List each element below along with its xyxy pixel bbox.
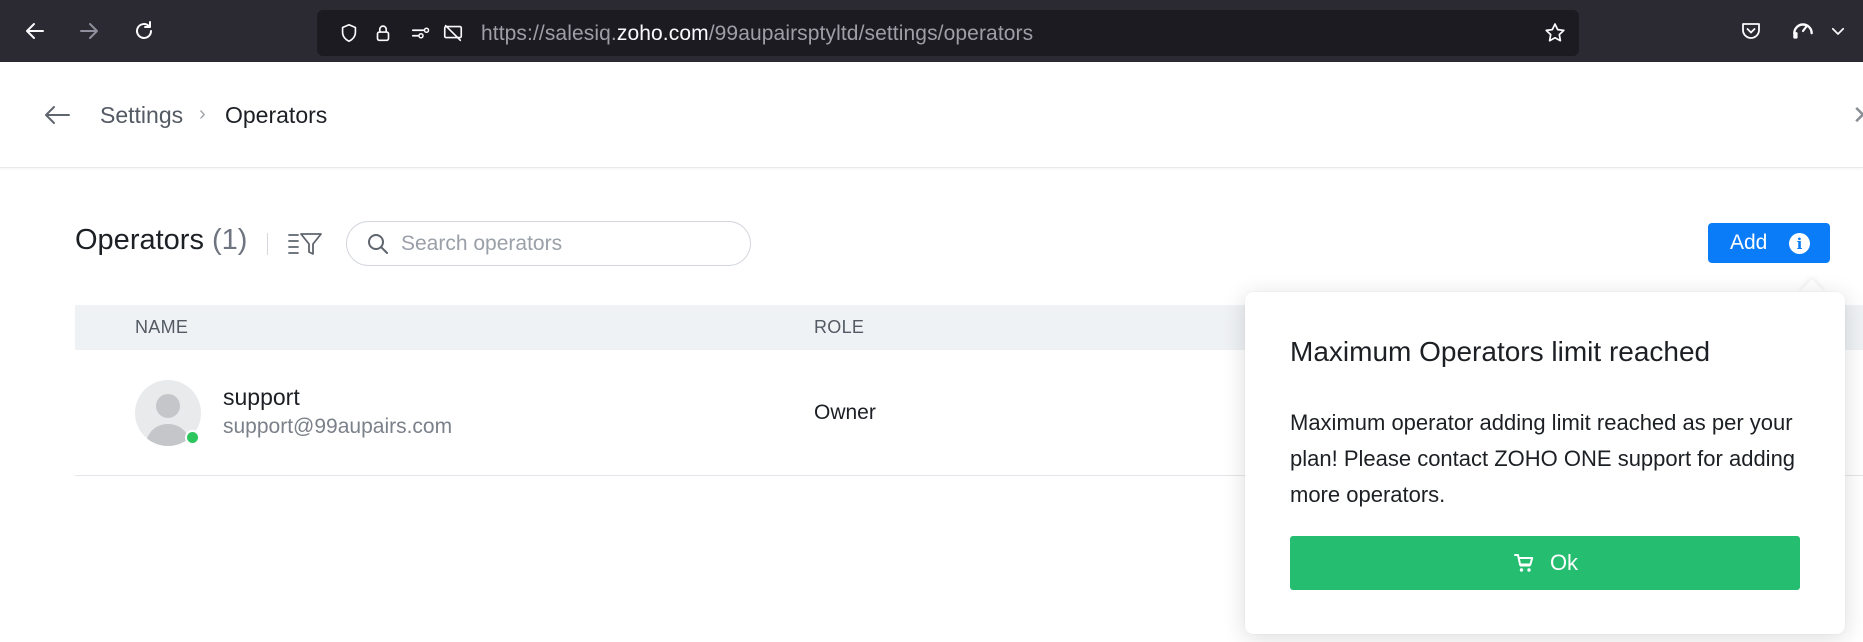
url-host: zoho.com (616, 22, 709, 45)
operator-role: Owner (814, 401, 876, 424)
column-header-name[interactable]: NAME (135, 317, 188, 338)
title-divider (267, 233, 268, 255)
page-title-text: Operators (75, 224, 204, 256)
popover-title: Maximum Operators limit reached (1290, 336, 1711, 367)
reload-icon[interactable] (127, 14, 161, 48)
back-arrow-icon[interactable] (42, 102, 72, 128)
operator-email: support@99aupairs.com (223, 415, 453, 438)
chevron-down-icon[interactable] (1828, 18, 1848, 44)
breadcrumb-current: Operators (225, 102, 328, 128)
url-text[interactable]: https://salesiq.zoho.com/99aupairsptyltd… (481, 22, 1033, 46)
url-prefix: https://salesiq. (481, 22, 617, 45)
ok-button-label: Ok (1549, 550, 1579, 575)
online-status-dot (185, 430, 200, 445)
forward-icon[interactable] (72, 14, 106, 48)
cart-icon (1513, 554, 1534, 572)
lock-icon[interactable] (371, 21, 395, 45)
shield-icon[interactable] (337, 21, 361, 45)
screen-share-blocked-icon[interactable] (441, 21, 465, 45)
filter-icon[interactable] (287, 229, 323, 259)
ok-button[interactable]: Ok (1290, 536, 1800, 590)
column-header-role[interactable]: ROLE (814, 317, 864, 338)
search-icon (368, 234, 388, 254)
operator-name[interactable]: support (223, 384, 300, 411)
popover-message: Maximum operator adding limit reached as… (1290, 410, 1796, 507)
add-operator-button[interactable]: Add i (1708, 223, 1830, 263)
close-icon[interactable]: ✕ (1852, 100, 1863, 131)
operator-count: (1) (212, 224, 248, 256)
search-input[interactable] (401, 230, 731, 258)
back-icon[interactable] (18, 14, 52, 48)
search-operators-field[interactable] (346, 221, 751, 266)
page-title: Operators (1) (75, 224, 247, 257)
limit-reached-popover: Maximum Operators limit reached Maximum … (1245, 292, 1845, 634)
extension-icon[interactable] (1790, 18, 1816, 44)
breadcrumb-separator: › (199, 103, 206, 125)
address-bar[interactable]: https://salesiq.zoho.com/99aupairsptyltd… (317, 10, 1579, 56)
url-path: /99aupairsptyltd/settings/operators (708, 22, 1034, 45)
add-button-label: Add (1730, 231, 1768, 254)
pocket-icon[interactable] (1738, 18, 1764, 44)
browser-toolbar: https://salesiq.zoho.com/99aupairsptyltd… (0, 0, 1863, 62)
permissions-icon[interactable] (409, 21, 433, 45)
breadcrumb-settings[interactable]: Settings (100, 102, 183, 129)
bookmark-star-icon[interactable] (1543, 21, 1567, 45)
info-icon[interactable]: i (1789, 233, 1810, 254)
settings-header: Settings › Operators ✕ (0, 62, 1863, 168)
